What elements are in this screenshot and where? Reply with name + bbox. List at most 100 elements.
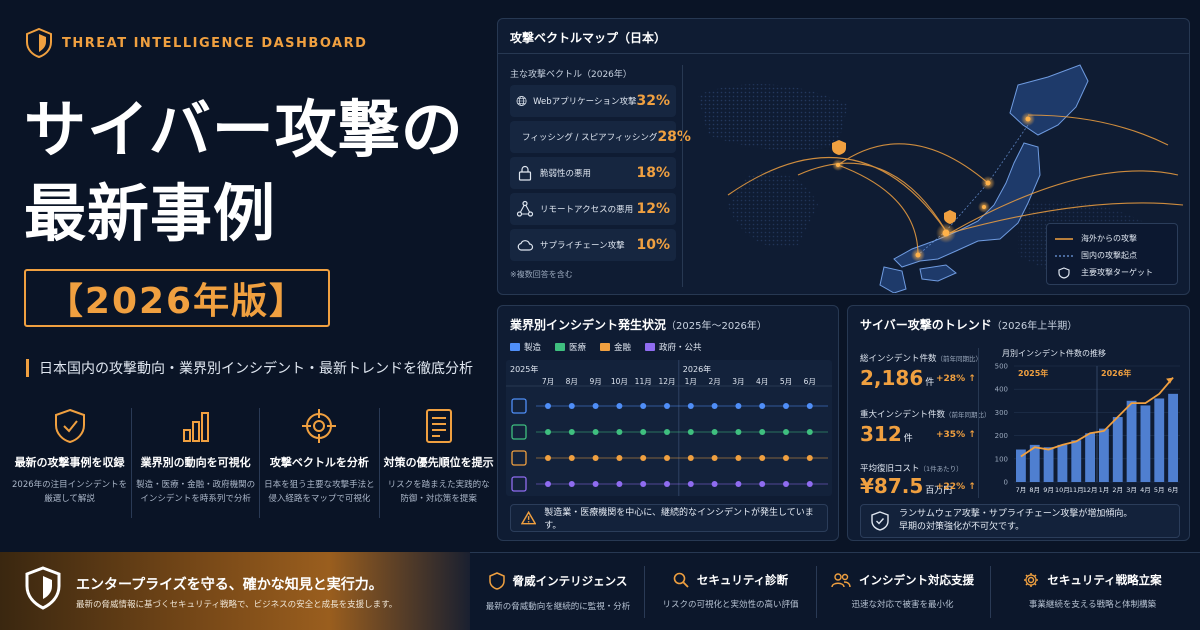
incident-point	[759, 429, 766, 435]
industry-incident-panel: 業界別インシデント発生状況（2025年〜2026年） 製造 医療 金融 政府・公…	[497, 305, 839, 541]
y-tick-label: 100	[995, 455, 1008, 463]
vector-label: Webアプリケーション攻撃	[533, 97, 637, 107]
service-security-audit[interactable]: セキュリティ診断 リスクの可視化と実効性の高い評価	[644, 566, 816, 618]
feature-desc: リスクを踏まえた実践的な 防御・対応策を提案	[387, 480, 490, 504]
y-tick-label: 0	[1004, 479, 1008, 487]
y-tick-label: 200	[995, 432, 1008, 440]
incident-point	[568, 429, 575, 435]
tagline: THREAT INTELLIGENCE DASHBOARD	[62, 35, 368, 51]
incident-point	[568, 455, 575, 461]
year-label-2026: 2026年	[1101, 368, 1131, 378]
legend-item: 製造	[510, 341, 541, 353]
page-title: サイバー攻撃の 最新事例	[24, 88, 484, 256]
service-incident-response[interactable]: インシデント対応支援 迅速な対応で被害を最小化	[816, 566, 988, 618]
vector-item: 脆弱性の悪用 18%	[510, 157, 676, 189]
feature-title: 対策の優先順位を提示	[383, 456, 494, 469]
industry-timeline: 2025年 2026年 7月 8月 9月 10月 11月 12月 1月 2月 3月 4月 5月 6月	[506, 360, 832, 496]
government-icon	[511, 476, 527, 492]
legend-item: 医療	[555, 341, 586, 353]
incident-point	[735, 481, 742, 487]
incident-point	[806, 429, 813, 435]
year-label-2026: 2026年	[683, 364, 711, 374]
incident-point	[711, 403, 718, 409]
incident-point	[640, 455, 647, 461]
month-label: 5月	[780, 377, 792, 386]
incident-point	[806, 455, 813, 461]
incident-point	[735, 403, 742, 409]
incident-point	[592, 455, 599, 461]
industry-legend: 製造 医療 金融 政府・公共	[510, 341, 702, 353]
globe-icon	[516, 96, 527, 106]
incident-point	[616, 455, 623, 461]
shield-brand-icon	[25, 566, 61, 610]
bar	[1043, 447, 1054, 482]
shield-check-icon	[871, 511, 889, 531]
kpi-severe-value: 312 件	[860, 422, 913, 446]
chart-title: 月別インシデント件数の推移	[1002, 348, 1106, 358]
lock-icon	[518, 165, 532, 181]
incident-point	[687, 403, 694, 409]
x-tick-label: 8月	[1029, 486, 1040, 494]
bar	[1154, 398, 1165, 482]
incident-point	[592, 403, 599, 409]
search-icon	[673, 572, 689, 588]
x-tick-label: 6月	[1168, 486, 1179, 494]
feature-item: 最新の攻撃事例を収録 2026年の注目インシデントを 厳選して解説	[8, 408, 133, 518]
incident-point	[759, 403, 766, 409]
shield-logo-icon	[26, 28, 52, 58]
incident-point	[640, 429, 647, 435]
incident-point	[664, 429, 670, 435]
title-line-2: 最新事例	[24, 177, 277, 250]
year-label-2025: 2025年	[1018, 368, 1048, 378]
incident-point	[735, 429, 742, 435]
arrow-up-icon: ↑	[968, 374, 976, 384]
subtitle-accent-bar	[26, 359, 29, 377]
incident-point	[806, 403, 813, 409]
incident-point	[783, 429, 789, 435]
x-tick-label: 2月	[1112, 486, 1123, 494]
vector-percent: 32%	[636, 93, 670, 109]
industry-timeline-chart: 2025年 2026年 7月 8月 9月 10月 11月 12月 1月 2月 3月 4月 5月 6月	[506, 360, 832, 496]
vector-percent: 10%	[636, 237, 670, 253]
vector-label: フィッシング / スピアフィッシング	[522, 133, 658, 143]
incident-point	[687, 455, 694, 461]
title-line-1: サイバー攻撃の	[24, 93, 464, 166]
incident-point	[664, 481, 670, 487]
year-label-2025: 2025年	[510, 364, 538, 374]
vector-label: サプライチェーン攻撃	[540, 241, 625, 251]
finance-icon	[600, 343, 611, 351]
feature-list: 最新の攻撃事例を収録 2026年の注目インシデントを 厳選して解説 業界別の動向を…	[8, 408, 494, 518]
bar	[1112, 417, 1123, 482]
incident-point	[568, 481, 575, 487]
incident-point	[687, 481, 694, 487]
arrow-up-icon: ↑	[968, 482, 976, 492]
incident-point	[759, 455, 766, 461]
incident-point	[664, 403, 670, 409]
incident-point	[545, 429, 551, 435]
service-threat-intel[interactable]: 脅威インテリジェンス 最新の脅威動向を継続的に監視・分析	[472, 566, 644, 618]
bar	[1071, 440, 1082, 482]
month-label: 2月	[708, 377, 720, 386]
month-label: 3月	[732, 377, 744, 386]
vector-item: リモートアクセスの悪用 12%	[510, 193, 676, 225]
x-tick-label: 3月	[1126, 486, 1137, 494]
month-label: 9月	[589, 377, 601, 386]
checklist-icon	[425, 409, 452, 443]
incident-point	[640, 403, 647, 409]
incident-point	[711, 481, 718, 487]
x-tick-label: 7月	[1016, 486, 1027, 494]
month-label: 1月	[685, 377, 697, 386]
vector-percent: 18%	[636, 165, 670, 181]
kpi-change: +22% ↑	[936, 482, 976, 492]
service-security-strategy[interactable]: セキュリティ戦略立案 事業継続を支える戦略と体制構築	[990, 566, 1194, 618]
bar	[1140, 405, 1151, 482]
incident-point	[711, 455, 718, 461]
kpi-label: 重大インシデント件数（前年同期比）	[860, 410, 991, 420]
vector-item: Webアプリケーション攻撃 32%	[510, 85, 676, 117]
attack-vector-map-panel: 攻撃ベクトルマップ（日本） 主な攻撃ベクトル（2026年） Webアプリケーショ…	[497, 18, 1190, 295]
month-label: 8月	[566, 377, 578, 386]
x-tick-label: 12月	[1083, 486, 1098, 494]
feature-title: 攻撃ベクトルを分析	[269, 456, 369, 469]
incident-point	[545, 481, 551, 487]
kpi-change: +28% ↑	[936, 374, 976, 384]
